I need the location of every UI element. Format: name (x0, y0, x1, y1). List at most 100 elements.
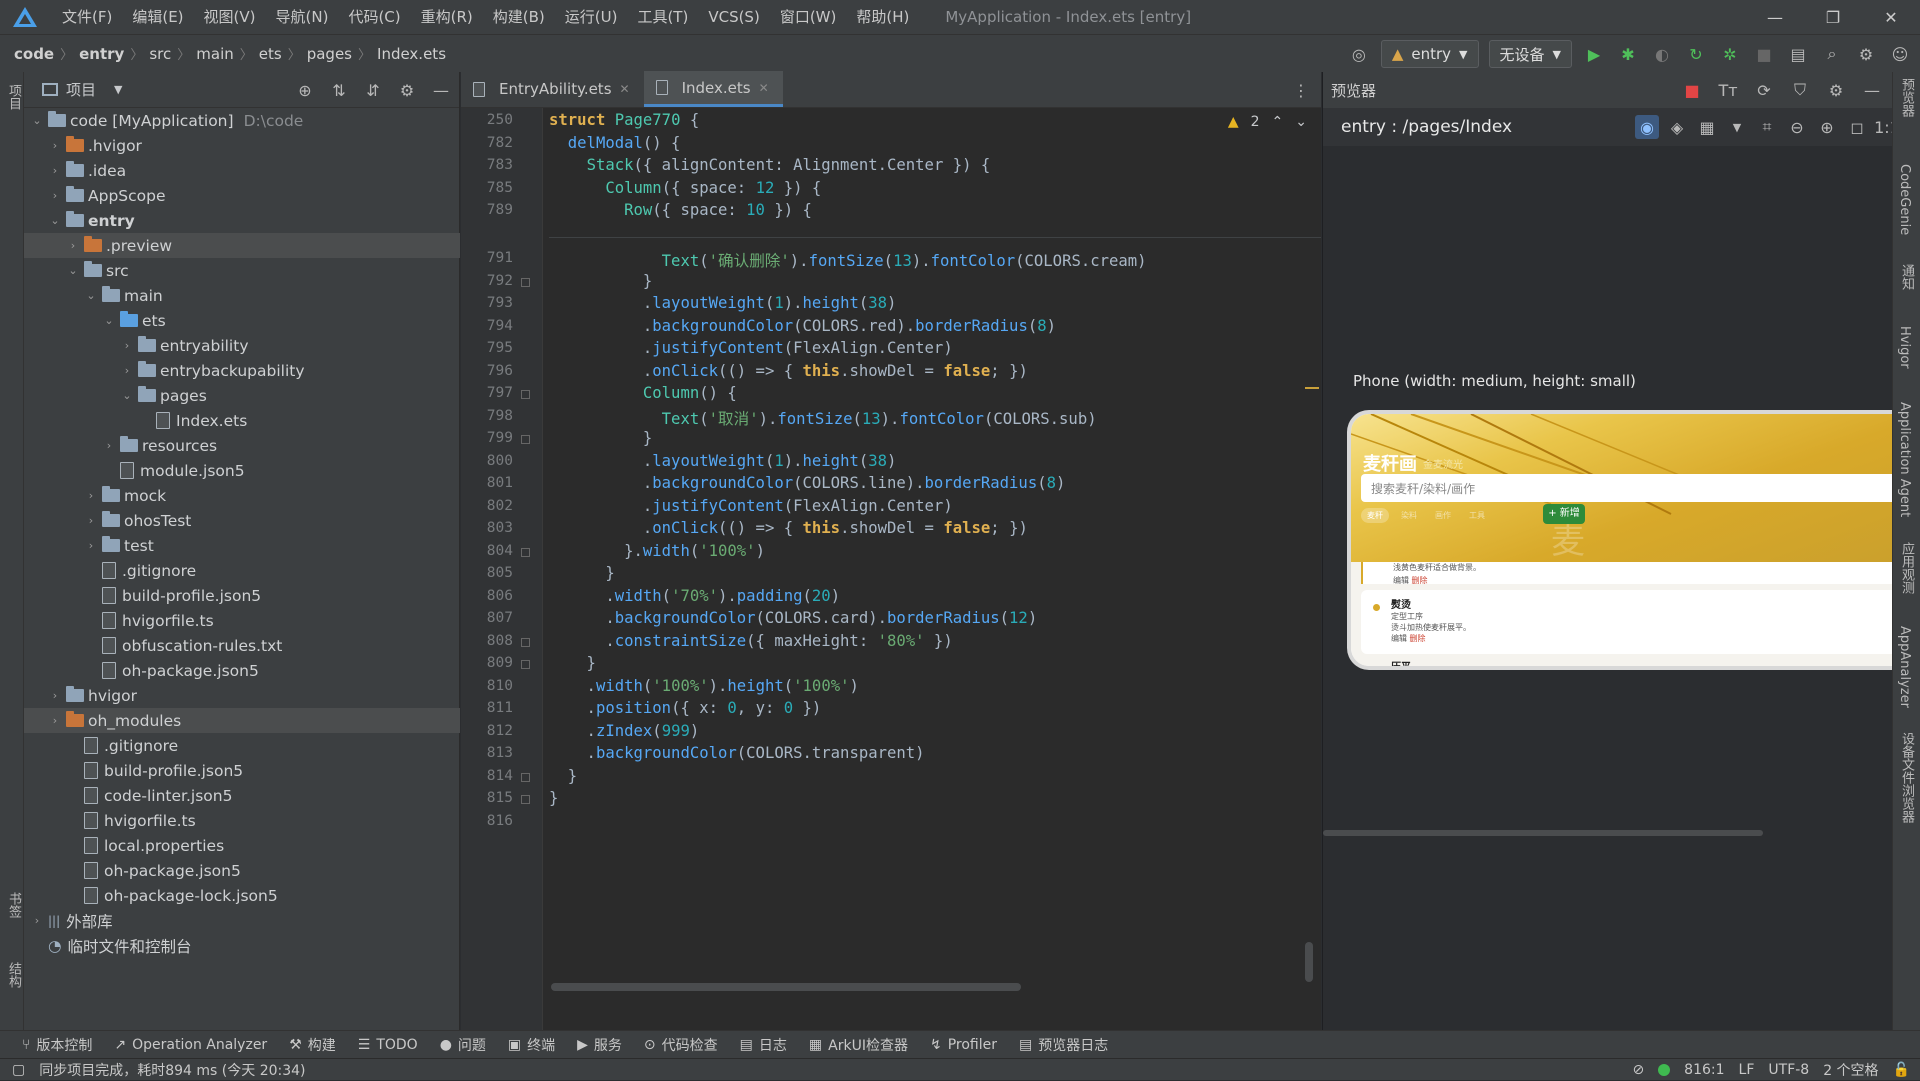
vertical-scrollbar[interactable] (1305, 942, 1313, 982)
inspection-widget[interactable]: ▲ 2 ⌃ ⌄ (1228, 114, 1307, 130)
chevron-right-icon[interactable]: › (84, 514, 98, 527)
search-icon[interactable]: ⌕ (1820, 42, 1844, 66)
close-tab-icon[interactable]: ✕ (759, 81, 769, 95)
chevron-down-icon[interactable]: ▼ (1725, 115, 1749, 139)
phone-preview[interactable]: 麦秆画 金麦流光 搜索麦秆/染料/画作 麦秆 染料 画作 工具 + 新增 麦 浅黄色麦… (1347, 410, 1907, 670)
settings-icon[interactable]: ⚙ (1824, 78, 1848, 102)
maximize-button[interactable]: ❐ (1804, 0, 1862, 34)
code-line[interactable]: .layoutWeight(1).height(38) (549, 294, 897, 312)
tree-item[interactable]: ⌄ src (24, 258, 460, 283)
layers-icon[interactable]: ◈ (1665, 115, 1689, 139)
attach-debugger-icon[interactable]: ✲ (1718, 42, 1742, 66)
menu-item[interactable]: 帮助(H) (846, 0, 919, 34)
bottom-tool-tab[interactable]: ▤ 日志 (740, 1035, 787, 1055)
tree-item[interactable]: › entryability (24, 333, 460, 358)
tree-item[interactable]: Index.ets (24, 408, 460, 433)
code-line[interactable]: Stack({ alignContent: Alignment.Center }… (549, 156, 991, 174)
chevron-right-icon[interactable]: › (48, 189, 62, 202)
settings-icon[interactable]: ⚙ (1854, 42, 1878, 66)
code-line[interactable]: } (549, 429, 652, 447)
code-area[interactable]: struct Page770 { delModal() { Stack({ al… (549, 108, 1321, 1030)
code-line[interactable]: .width('100%').height('100%') (549, 677, 859, 695)
chevron-right-icon[interactable]: › (48, 164, 62, 177)
bottom-tool-tab[interactable]: ▣ 终端 (508, 1035, 555, 1055)
code-line[interactable]: .onClick(() => { this.showDel = false; }… (549, 362, 1028, 380)
codegenie-tool-tab[interactable]: CodeGenie (1897, 164, 1912, 235)
fold-marker-icon[interactable] (521, 277, 530, 287)
structure-tool-tab[interactable]: 结构 (4, 962, 23, 988)
fold-marker-icon[interactable] (521, 637, 530, 647)
chevron-down-icon[interactable]: ⌄ (120, 389, 134, 402)
breadcrumb-item[interactable]: pages (307, 45, 352, 63)
tree-item[interactable]: ⌄ main (24, 283, 460, 308)
tree-item[interactable]: › ||| 外部库 (24, 908, 460, 933)
menu-item[interactable]: 重构(R) (411, 0, 483, 34)
project-tool-tab[interactable]: 项目 (4, 84, 23, 110)
account-icon[interactable]: ☺ (1888, 42, 1912, 66)
code-line[interactable]: } (549, 564, 614, 582)
chevron-down-icon[interactable]: ⌄ (1295, 114, 1307, 130)
breadcrumb-item[interactable]: code (14, 45, 54, 63)
app-observe-tool-tab[interactable]: 应用观测 (1897, 542, 1916, 594)
app-search-input[interactable]: 搜索麦秆/染料/画作 (1361, 474, 1901, 502)
menu-item[interactable]: 文件(F) (52, 0, 122, 34)
menu-item[interactable]: 编辑(E) (122, 0, 193, 34)
code-line[interactable]: Row({ space: 10 }) { (549, 201, 812, 219)
grid-icon[interactable]: ▦ (1695, 115, 1719, 139)
chevron-right-icon[interactable]: › (30, 914, 44, 927)
notifications-tool-tab[interactable]: 通知 (1897, 264, 1916, 290)
list-item[interactable]: 熨烫 定型工序 烫斗加热使麦秆展平。 编辑 删除 (1361, 590, 1901, 654)
tree-item[interactable]: › AppScope (24, 183, 460, 208)
chevron-right-icon[interactable]: › (84, 489, 98, 502)
code-line[interactable]: delModal() { (549, 134, 681, 152)
menu-item[interactable]: 代码(C) (338, 0, 410, 34)
close-tab-icon[interactable]: ✕ (620, 82, 630, 96)
tree-item[interactable]: .gitignore (24, 733, 460, 758)
minimize-button[interactable]: — (1746, 0, 1804, 34)
code-line[interactable]: } (549, 789, 558, 807)
debug-icon[interactable]: ✱ (1616, 42, 1640, 66)
breadcrumb-item[interactable]: Index.ets (377, 45, 446, 63)
hvigor-tool-tab[interactable]: Hvigor (1897, 326, 1912, 369)
editor-tab[interactable]: EntryAbility.ets ✕ (461, 71, 644, 107)
lock-icon[interactable]: 🔓 (1893, 1062, 1910, 1078)
tree-item[interactable]: ◔ 临时文件和控制台 (24, 933, 460, 958)
chevron-right-icon[interactable]: › (102, 439, 116, 452)
tree-item[interactable]: › entrybackupability (24, 358, 460, 383)
line-separator[interactable]: LF (1739, 1062, 1755, 1078)
inspector-icon[interactable]: ◉ (1635, 115, 1659, 139)
breadcrumb-item[interactable]: main (196, 45, 233, 63)
code-line[interactable]: .zIndex(999) (549, 722, 700, 740)
chevron-right-icon[interactable]: › (120, 364, 134, 377)
expand-all-icon[interactable]: ⇅ (327, 78, 351, 102)
caret-position[interactable]: 816:1 (1684, 1062, 1724, 1078)
tree-item[interactable]: › .preview (24, 233, 460, 258)
indent-setting[interactable]: 2 个空格 (1823, 1060, 1878, 1080)
tree-item[interactable]: ⌄ pages (24, 383, 460, 408)
edit-link[interactable]: 编辑 (1393, 576, 1409, 585)
code-line[interactable]: .backgroundColor(COLORS.transparent) (549, 744, 925, 762)
chevron-right-icon[interactable]: › (48, 689, 62, 702)
code-line[interactable]: .justifyContent(FlexAlign.Center) (549, 497, 953, 515)
fold-marker-icon[interactable] (521, 435, 530, 444)
breadcrumb-item[interactable]: ets (259, 45, 282, 63)
chevron-right-icon[interactable]: › (120, 339, 134, 352)
crop-icon[interactable]: ⌗ (1755, 115, 1779, 139)
file-encoding[interactable]: UTF-8 (1768, 1062, 1809, 1078)
code-line[interactable]: struct Page770 { (549, 111, 699, 129)
stop-preview-icon[interactable]: ■ (1680, 78, 1704, 102)
tree-item[interactable]: › .idea (24, 158, 460, 183)
code-line[interactable]: .constraintSize({ maxHeight: '80%' }) (549, 632, 952, 650)
menu-item[interactable]: 导航(N) (266, 0, 339, 34)
tree-item[interactable]: › mock (24, 483, 460, 508)
collapse-all-icon[interactable]: ⇵ (361, 78, 385, 102)
menu-item[interactable]: 视图(V) (194, 0, 266, 34)
code-line[interactable]: }.width('100%') (549, 542, 765, 560)
menu-item[interactable]: VCS(S) (698, 0, 769, 34)
hide-icon[interactable]: — (1860, 78, 1884, 102)
refresh-icon[interactable]: ⟳ (1752, 78, 1776, 102)
editor-tab[interactable]: Index.ets ✕ (643, 71, 783, 107)
project-structure-icon[interactable]: ▤ (1786, 42, 1810, 66)
chevron-right-icon[interactable]: › (48, 139, 62, 152)
tree-item[interactable]: ⌄ ets (24, 308, 460, 333)
